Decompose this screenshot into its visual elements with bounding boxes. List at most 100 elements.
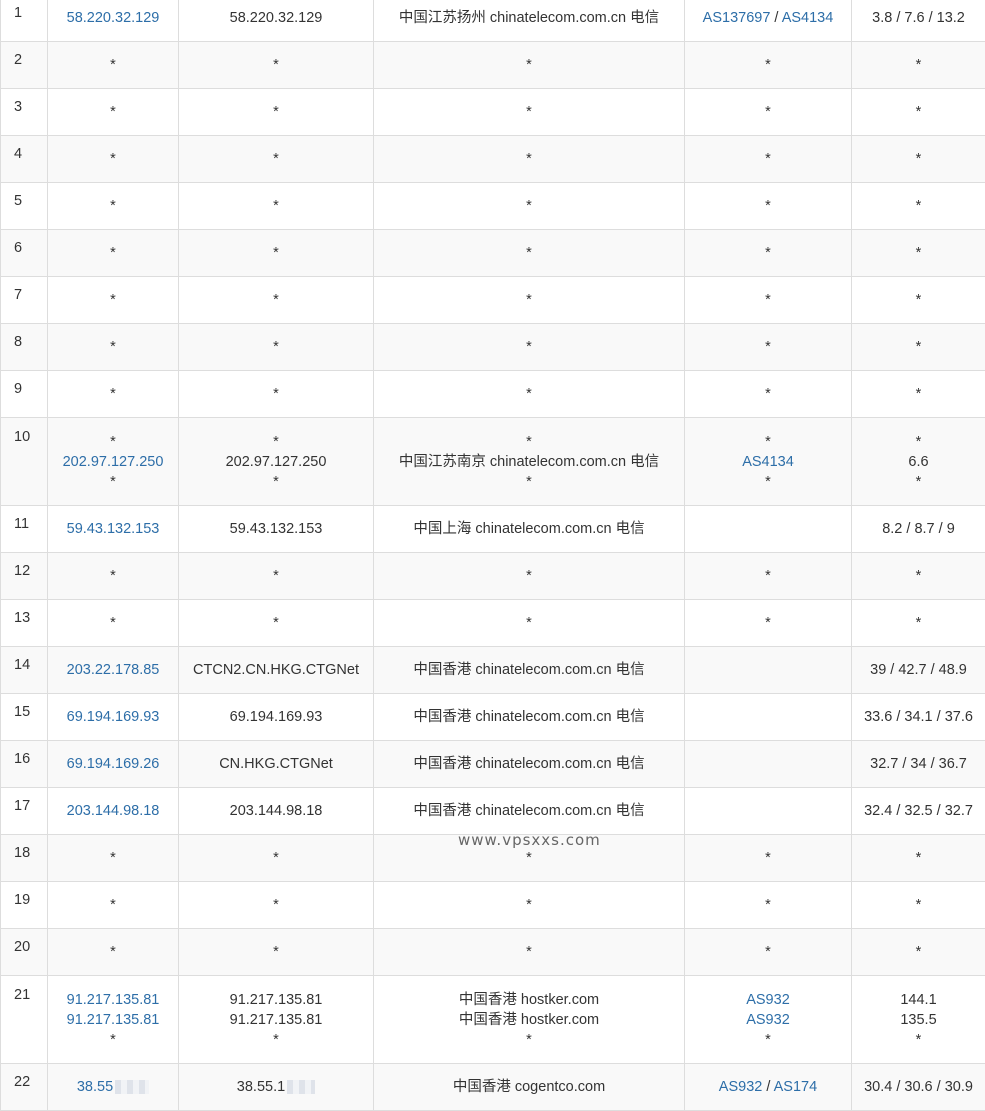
hostname: CTCN2.CN.HKG.CTGNet [193,662,359,678]
hostname: 58.220.32.129 [230,10,323,26]
ip-link[interactable]: 38.55 [77,1079,113,1095]
host-lines: 58.220.32.129 [185,8,367,28]
location-line: * [380,196,678,216]
hostname: * [273,1032,279,1048]
hop-number-cell: 8 [1,324,48,371]
location-text: * [526,944,532,960]
asn-cell [685,647,852,694]
location-text: * [526,339,532,355]
location-line: 中国香港 chinatelecom.com.cn 电信 [380,754,678,774]
hop-number-cell: 21 [1,976,48,1064]
ip-link[interactable]: 58.220.32.129 [67,10,160,26]
location-line: * [380,472,678,492]
host-lines: * [185,895,367,915]
rtt-cell: * [852,553,985,600]
host-cell: * [179,324,374,371]
table-row: 18***** [1,835,985,882]
location-line: 中国香港 chinatelecom.com.cn 电信 [380,660,678,680]
asn-cell: * [685,553,852,600]
host-line: * [185,102,367,122]
asn-link[interactable]: AS137697 [703,10,771,26]
table-row: 3***** [1,89,985,136]
asn-placeholder: * [765,850,771,866]
asn-cell: * [685,42,852,89]
asn-placeholder: * [765,568,771,584]
asn-link[interactable]: AS932 [746,992,790,1008]
rtt-line: 3.8 / 7.6 / 13.2 [858,8,979,28]
ip-cell: * [48,882,179,929]
rtt-line: * [858,102,979,122]
asn-link[interactable]: AS4134 [742,454,794,470]
ip-line: 69.194.169.93 [54,707,172,727]
asn-placeholder: * [765,1032,771,1048]
ip-cell: 38.55 [48,1064,179,1111]
rtt-cell: 144.1135.5* [852,976,985,1064]
table-row: 17203.144.98.18203.144.98.18中国香港 chinate… [1,788,985,835]
host-lines: * [185,384,367,404]
location-lines: * [380,55,678,75]
location-cell: * [374,835,685,882]
asn-lines: * [691,337,845,357]
location-line: 中国香港 cogentco.com [380,1077,678,1097]
location-lines: 中国香港 chinatelecom.com.cn 电信 [380,754,678,774]
host-line: * [185,472,367,492]
asn-link[interactable]: AS4134 [782,10,834,26]
rtt-cell: * [852,183,985,230]
ip-placeholder: * [110,615,116,631]
asn-link[interactable]: AS174 [774,1079,818,1095]
asn-line: * [691,472,845,492]
rtt-cell: * [852,835,985,882]
hop-number-cell: 15 [1,694,48,741]
host-cell: * [179,136,374,183]
latency-text: * [916,57,922,73]
asn-line: * [691,290,845,310]
ip-link[interactable]: 59.43.132.153 [67,521,160,537]
asn-link[interactable]: AS932 [719,1079,763,1095]
ip-link[interactable]: 69.194.169.26 [67,756,160,772]
rtt-cell: * [852,136,985,183]
host-line: * [185,942,367,962]
ip-link[interactable]: 91.217.135.81 [67,1012,160,1028]
latency-text: * [916,474,922,490]
ip-lines: * [54,566,172,586]
location-lines: * [380,196,678,216]
hop-number-cell: 9 [1,371,48,418]
table-row: 2***** [1,42,985,89]
asn-cell [685,788,852,835]
ip-cell: * [48,42,179,89]
location-line: * [380,613,678,633]
ip-lines: * [54,384,172,404]
asn-separator: / [770,10,781,26]
ip-line: 59.43.132.153 [54,519,172,539]
host-lines: * [185,102,367,122]
ip-lines: * [54,243,172,263]
ip-link[interactable]: 203.22.178.85 [67,662,160,678]
hostname: * [273,897,279,913]
ip-line: * [54,55,172,75]
location-text: * [526,151,532,167]
hostname: * [273,245,279,261]
asn-line: AS4134 [691,452,845,472]
hop-number-cell: 20 [1,929,48,976]
hop-number-cell: 6 [1,230,48,277]
ip-cell: *202.97.127.250* [48,418,179,506]
ip-lines: * [54,613,172,633]
ip-link[interactable]: 69.194.169.93 [67,709,160,725]
ip-link[interactable]: 91.217.135.81 [67,992,160,1008]
ip-link[interactable]: 202.97.127.250 [63,454,164,470]
latency-text: 32.7 / 34 / 36.7 [870,756,967,772]
hostname: * [273,474,279,490]
rtt-line: * [858,1030,979,1050]
asn-link[interactable]: AS932 [746,1012,790,1028]
rtt-line: 8.2 / 8.7 / 9 [858,519,979,539]
asn-line: AS932 [691,990,845,1010]
latency-text: * [916,1032,922,1048]
asn-line: * [691,566,845,586]
ip-cell: * [48,371,179,418]
ip-line: 69.194.169.26 [54,754,172,774]
ip-line: 202.97.127.250 [54,452,172,472]
location-lines: * [380,566,678,586]
hop-number-cell: 18 [1,835,48,882]
asn-placeholder: * [765,57,771,73]
ip-link[interactable]: 203.144.98.18 [67,803,160,819]
